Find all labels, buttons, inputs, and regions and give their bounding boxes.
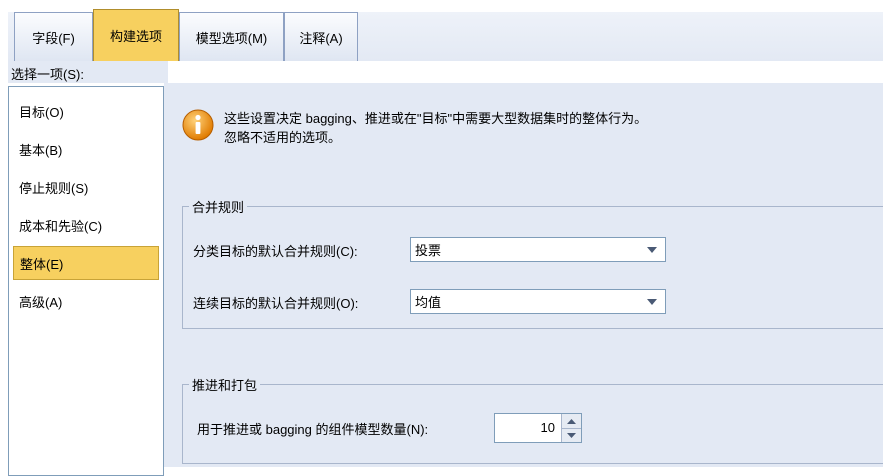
info-text: 这些设置决定 bagging、推进或在"目标"中需要大型数据集时的整体行为。 忽… [224, 109, 647, 147]
list-item-costs-priors[interactable]: 成本和先验(C) [13, 208, 159, 242]
tab-build-options[interactable]: 构建选项 [93, 9, 179, 61]
settings-panel: 这些设置决定 bagging、推进或在"目标"中需要大型数据集时的整体行为。 忽… [164, 83, 883, 467]
boosting-bagging-legend: 推进和打包 [189, 375, 261, 394]
categorical-rule-label: 分类目标的默认合并规则(C): [193, 244, 358, 259]
tab-fields[interactable]: 字段(F) [14, 12, 93, 61]
list-item-advanced[interactable]: 高级(A) [13, 284, 159, 318]
list-item-label: 目标(O) [19, 104, 64, 120]
continuous-rule-select[interactable]: 均值 [410, 289, 666, 314]
tab-annotations[interactable]: 注释(A) [284, 12, 358, 61]
list-item-ensembles[interactable]: 整体(E) [13, 246, 159, 280]
spin-up-icon[interactable] [562, 414, 581, 428]
spin-down-icon[interactable] [562, 428, 581, 442]
tab-fields-label: 字段(F) [32, 30, 75, 46]
model-count-stepper[interactable]: 10 [494, 413, 582, 443]
tab-strip: 字段(F) 构建选项 模型选项(M) 注释(A) [8, 0, 883, 61]
model-count-value[interactable]: 10 [541, 420, 555, 435]
select-item-label: 选择一项(S): [8, 61, 168, 83]
list-item-label: 基本(B) [19, 142, 63, 158]
list-item-stopping-rules[interactable]: 停止规则(S) [13, 170, 159, 204]
options-list[interactable]: 目标(O) 基本(B) 停止规则(S) 成本和先验(C) 整体(E) 高级(A) [8, 86, 164, 476]
continuous-rule-value: 均值 [415, 295, 442, 310]
list-item-objectives[interactable]: 目标(O) [13, 94, 159, 128]
info-line-1: 这些设置决定 bagging、推进或在"目标"中需要大型数据集时的整体行为。 [224, 111, 648, 126]
model-count-label: 用于推进或 bagging 的组件模型数量(N): [197, 422, 429, 437]
info-line-2: 忽略不适用的选项。 [224, 130, 342, 145]
list-item-label: 成本和先验(C) [19, 218, 103, 234]
list-item-basics[interactable]: 基本(B) [13, 132, 159, 166]
combine-rules-group: 合并规则 分类目标的默认合并规则(C): 投票 连续目标的默认合并规则(O): … [182, 197, 883, 329]
list-item-label: 整体(E) [20, 256, 64, 272]
list-item-label: 停止规则(S) [19, 180, 89, 196]
boosting-bagging-group: 推进和打包 用于推进或 bagging 的组件模型数量(N): 10 [182, 375, 883, 464]
continuous-rule-label: 连续目标的默认合并规则(O): [193, 296, 359, 311]
combine-rules-legend: 合并规则 [189, 197, 248, 216]
list-item-label: 高级(A) [19, 294, 63, 310]
chevron-down-icon[interactable] [639, 290, 665, 313]
tab-model-options-label: 模型选项(M) [195, 30, 268, 46]
chevron-down-icon[interactable] [639, 238, 665, 261]
tab-build-options-label: 构建选项 [109, 29, 162, 44]
spin-buttons [561, 414, 581, 442]
tab-model-options[interactable]: 模型选项(M) [179, 12, 284, 61]
categorical-rule-select[interactable]: 投票 [410, 237, 666, 262]
categorical-rule-value: 投票 [415, 243, 442, 258]
info-icon [182, 109, 214, 141]
tab-annotations-label: 注释(A) [299, 30, 343, 46]
